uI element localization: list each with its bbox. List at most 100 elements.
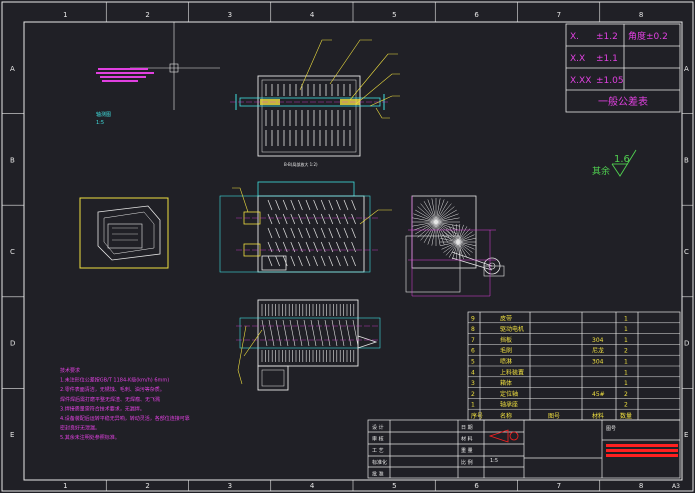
bom-row-name: 喷淋 <box>500 358 512 366</box>
tol-val-1: ±1.2 <box>596 32 618 42</box>
bom-row-qty: 2 <box>624 402 628 409</box>
bom-row-qty: 1 <box>624 326 628 333</box>
bom-row-name: 毛刷 <box>500 347 512 355</box>
tb-label: 设 计 <box>372 424 384 431</box>
bom-row-no: 7 <box>471 337 475 344</box>
bom-row-no: 4 <box>471 369 475 376</box>
bom-row-name: 上料装置 <box>500 368 524 376</box>
bom-row-no: 9 <box>471 315 475 322</box>
plan-view-bottom <box>236 299 381 391</box>
zone-col-top: 4 <box>310 11 315 19</box>
tol-key-2: X.X <box>570 54 585 64</box>
zone-row-left: E <box>10 431 14 439</box>
tb-label: 标准化 <box>372 459 387 466</box>
tol-val-3: ±1.05 <box>596 76 624 86</box>
tb-mid-label: 日 期 <box>461 425 473 431</box>
cad-drawing-canvas: 1 1 2 2 3 3 4 4 5 5 6 6 7 7 8 8 A A B B C C D D E E A3 X. ±1.2 X.X… <box>1 1 694 492</box>
sheet-code: A3 <box>672 483 680 490</box>
bom-row-mat: 304 <box>592 359 604 366</box>
zone-col-top: 3 <box>228 11 232 19</box>
bom-row-qty: 1 <box>624 315 628 322</box>
zone-row-right: E <box>684 431 688 439</box>
iso-caption: 轴测图 1:5 <box>96 111 111 126</box>
tol-title: 一般公差表 <box>598 95 648 108</box>
roughness-symbol: 其余 1.6 <box>592 149 637 177</box>
bom-row-name: 驱动电机 <box>500 325 524 333</box>
zone-row-left: D <box>10 340 15 348</box>
bom-row-qty: 1 <box>624 359 628 366</box>
tb-label: 批 准 <box>372 470 384 477</box>
bom-header: 序号 名称 图号 材料 数量 <box>471 412 632 420</box>
ucs-crosshair <box>130 22 220 110</box>
zone-col-bottom: 5 <box>392 482 396 490</box>
bom-header-mat: 材料 <box>592 412 604 420</box>
bom-row-no: 8 <box>471 326 475 333</box>
note-line: 焊件焊后需打磨平整无焊渣、无焊瘤、无飞溅 <box>60 396 160 403</box>
top-view-caption: B-B(局部放大 1:2) <box>284 161 318 167</box>
zone-col-bottom: 3 <box>228 482 232 490</box>
front-view-middle <box>219 181 392 273</box>
bom-row-no: 1 <box>471 402 475 409</box>
zone-col-bottom: 4 <box>310 482 315 490</box>
bom-rows: 9 皮带 1 8 驱动电机 1 7 挡板 304 1 6 毛刷 尼龙 2 5 喷淋 304 1 4 上料装置 1 3 箱体 1… <box>471 314 628 408</box>
section-view-top: B-B(局部放大 1:2) <box>230 75 390 167</box>
zone-row-right: D <box>684 340 689 348</box>
iso-caption-scale: 1:5 <box>96 120 104 126</box>
tb-mid-label: 比 例 <box>461 459 473 466</box>
tb-label: 工 艺 <box>372 448 384 454</box>
bom-row-no: 3 <box>471 380 475 387</box>
bom-header-code: 图号 <box>548 413 560 420</box>
note-line: 3.焊接质量需符合技术要求，无漏焊。 <box>60 405 145 412</box>
bom-row-no: 5 <box>471 359 475 366</box>
tol-key-1: X. <box>570 32 579 42</box>
iso-caption-label: 轴测图 <box>96 111 111 118</box>
bom-row-qty: 2 <box>624 391 628 398</box>
technical-notes: 技术要求 1.未注形位公差按GB/T 1184-K级(km/h) 6mm) 2.零件… <box>60 367 190 441</box>
zone-col-top: 1 <box>63 11 67 19</box>
zone-col-bottom: 1 <box>63 482 67 490</box>
note-line: 5.其余未注明处参照标准。 <box>60 434 120 441</box>
bom-row-mat: 304 <box>592 337 604 344</box>
tolerance-rows: X. ±1.2 X.X ±1.1 X.XX ±1.05 角度±0.2 一般公差表 <box>570 30 668 108</box>
bom-row-name: 定位轴 <box>500 390 518 398</box>
bom-header-name: 名称 <box>500 412 512 420</box>
bom-row-name: 挡板 <box>500 336 512 344</box>
zone-col-top: 5 <box>392 11 396 19</box>
title-block-unit: 1:5 <box>490 458 498 464</box>
side-view-brushes <box>405 195 505 297</box>
bom-row-qty: 1 <box>624 369 628 376</box>
bom-row-qty: 2 <box>624 348 628 355</box>
bom-row-name: 箱体 <box>500 379 512 387</box>
bom-row-no: 2 <box>471 391 475 398</box>
zone-col-bottom: 6 <box>474 482 479 490</box>
tb-mid-label: 重 量 <box>461 447 473 454</box>
zone-row-left: B <box>10 156 15 164</box>
tb-label: 审 核 <box>372 436 384 443</box>
zone-row-left: C <box>10 248 15 256</box>
note-line: 密封良好无泄漏。 <box>60 425 100 432</box>
magenta-legend <box>96 68 154 82</box>
bom-row-no: 6 <box>471 348 475 355</box>
isometric-preview <box>79 197 169 269</box>
note-line: 技术要求 <box>60 367 80 374</box>
bom-header-qty: 数量 <box>620 412 632 420</box>
zone-col-top: 8 <box>639 11 643 19</box>
zone-col-top: 6 <box>474 11 479 19</box>
bom-row-mat: 45# <box>592 391 605 398</box>
zone-row-left: A <box>10 65 15 73</box>
tol-angle: 角度±0.2 <box>628 30 668 42</box>
bom-header-no: 序号 <box>471 412 483 420</box>
note-line: 4.设备装配后运转平稳无异响，转动灵活，各部位连接可靠 <box>60 415 190 422</box>
title-block-project: 图号 <box>606 426 616 432</box>
zone-row-right: A <box>684 65 689 73</box>
zone-col-bottom: 7 <box>557 482 561 490</box>
tol-key-3: X.XX <box>570 76 591 86</box>
title-block-redbars <box>606 444 678 457</box>
zone-col-bottom: 8 <box>639 482 643 490</box>
zone-col-top: 2 <box>145 11 149 19</box>
bom-row-qty: 1 <box>624 380 628 387</box>
bom-row-name: 轴承座 <box>500 401 518 409</box>
bom-row-name: 皮带 <box>500 314 512 322</box>
zone-col-top: 7 <box>557 11 561 19</box>
bom-row-mat: 尼龙 <box>592 347 604 355</box>
